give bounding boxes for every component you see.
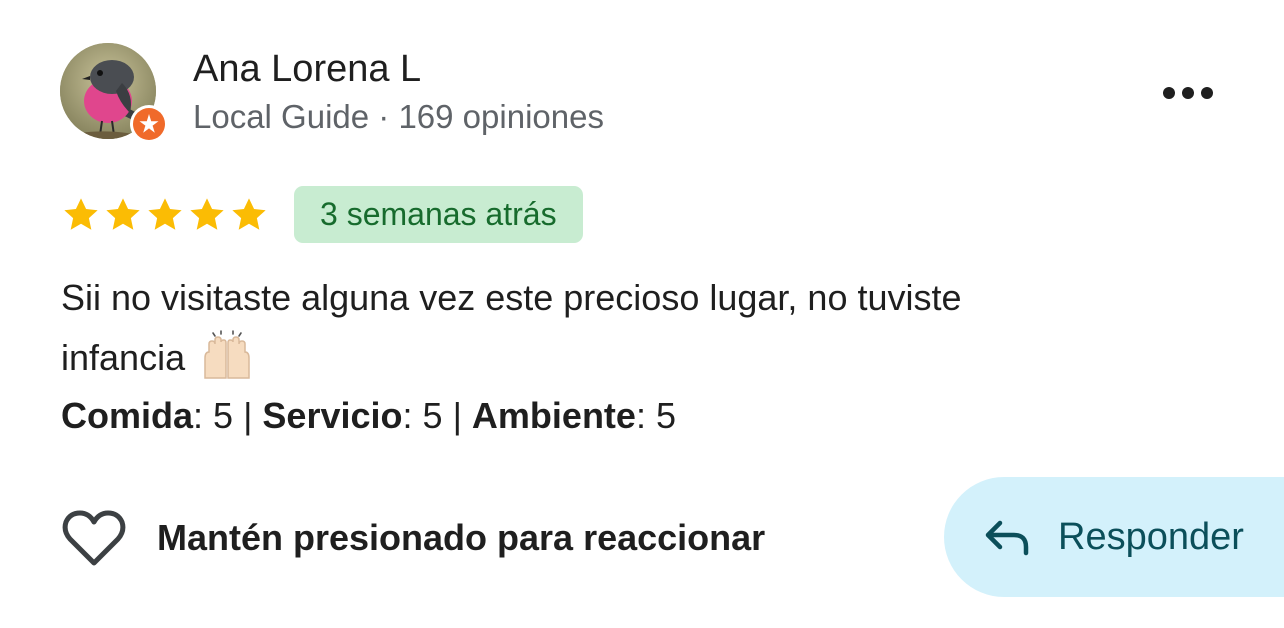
star-icon xyxy=(190,198,224,230)
author-avatar-container[interactable] xyxy=(60,43,170,143)
star-icon xyxy=(106,198,140,230)
react-button[interactable]: Mantén presionado para reaccionar xyxy=(62,505,765,571)
star-rating xyxy=(60,192,270,238)
star-icon xyxy=(64,198,98,230)
heart-outline-icon xyxy=(62,510,126,566)
raising-hands-emoji xyxy=(199,330,255,400)
more-options-button[interactable] xyxy=(1150,70,1226,116)
author-subtitle: Local Guide · 169 opiniones xyxy=(193,97,604,137)
reply-arrow-icon xyxy=(985,520,1029,556)
subrating-value: 5 xyxy=(655,395,676,436)
reply-label: Responder xyxy=(1058,515,1244,558)
author-name[interactable]: Ana Lorena L xyxy=(193,47,421,91)
reviews-count: 169 opiniones xyxy=(398,98,604,135)
review-text-line: infancia xyxy=(61,328,1241,400)
react-label: Mantén presionado para reaccionar xyxy=(157,517,766,558)
star-icon xyxy=(232,198,266,230)
review-card: Ana Lorena L Local Guide · 169 opiniones… xyxy=(0,0,1284,628)
subrating-value: 5 xyxy=(213,395,234,436)
subrating-label: Ambiente xyxy=(471,395,636,436)
local-guide-star-icon xyxy=(139,114,159,133)
subtitle-separator: · xyxy=(369,98,399,135)
time-ago-badge: 3 semanas atrás xyxy=(294,186,583,243)
subrating-label: Servicio xyxy=(262,395,403,436)
star-icon xyxy=(148,198,182,230)
more-horizontal-icon xyxy=(1163,87,1213,99)
review-text-end: infancia xyxy=(61,337,186,378)
subratings: Comida: 5 | Servicio: 5 | Ambiente: 5 xyxy=(61,395,676,436)
local-guide-label: Local Guide xyxy=(193,98,370,135)
reply-button[interactable]: Responder xyxy=(944,477,1284,597)
subrating-value: 5 xyxy=(422,395,443,436)
local-guide-badge xyxy=(130,105,168,143)
review-text: Sii no visitaste alguna vez este precios… xyxy=(61,268,1241,400)
subrating-label: Comida xyxy=(61,395,194,436)
review-text-line: Sii no visitaste alguna vez este precios… xyxy=(61,277,962,318)
